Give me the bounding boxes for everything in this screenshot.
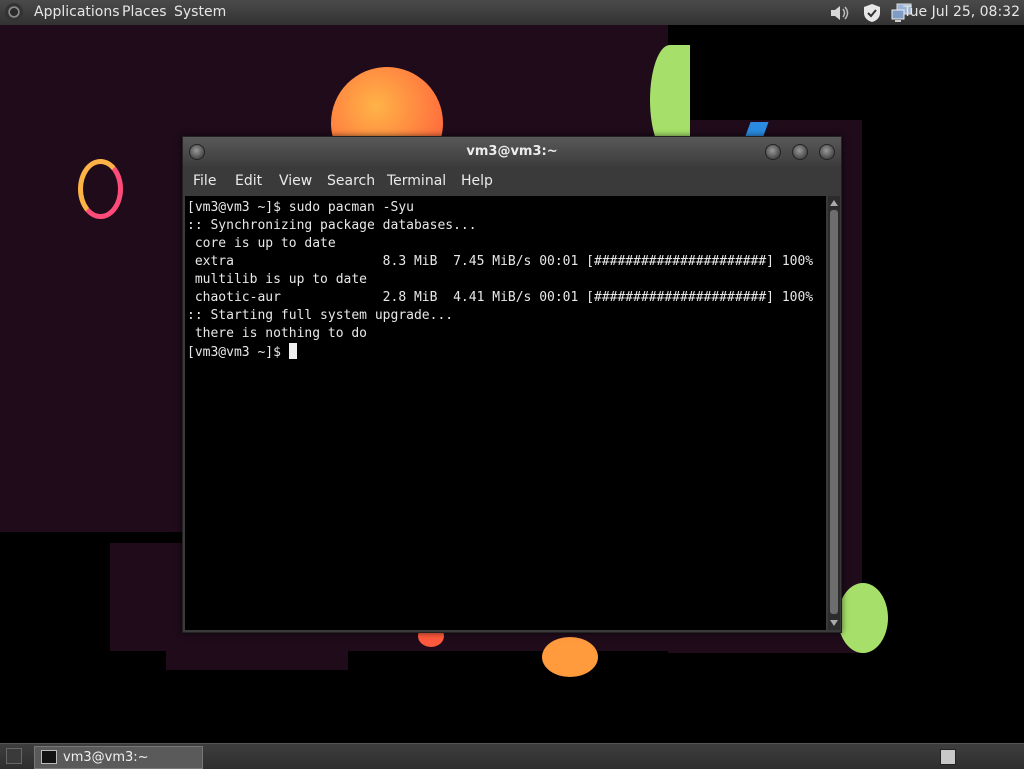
workspace-switcher[interactable] (940, 749, 956, 765)
terminal-prompt: [vm3@vm3 ~]$ (187, 345, 289, 360)
distro-logo-icon[interactable] (5, 3, 23, 21)
system-menu[interactable]: System (174, 0, 226, 25)
maximize-button[interactable] (792, 144, 808, 160)
terminal-line: there is nothing to do (187, 326, 368, 341)
menu-view[interactable]: View (279, 167, 312, 195)
terminal-icon (41, 750, 57, 764)
window-title: vm3@vm3:~ (466, 144, 558, 159)
taskbar-item-terminal[interactable]: vm3@vm3:~ (34, 746, 203, 769)
show-desktop-button[interactable] (6, 748, 22, 764)
menu-edit[interactable]: Edit (235, 167, 262, 195)
menu-help[interactable]: Help (461, 167, 493, 195)
close-button[interactable] (819, 144, 835, 160)
terminal-line: multilib is up to date (187, 272, 368, 287)
shield-icon[interactable] (861, 2, 883, 24)
window-titlebar[interactable]: vm3@vm3:~ (183, 137, 841, 167)
places-menu[interactable]: Places (122, 0, 167, 25)
clock[interactable]: Tue Jul 25, 08:32 (903, 0, 1020, 25)
menu-search[interactable]: Search (327, 167, 375, 195)
taskbar-item-label: vm3@vm3:~ (63, 750, 149, 765)
applications-menu[interactable]: Applications (34, 0, 120, 25)
terminal-line: [vm3@vm3 ~]$ sudo pacman -Syu (187, 200, 414, 215)
volume-icon[interactable] (828, 2, 850, 24)
text-cursor (288, 343, 297, 359)
terminal-menubar: File Edit View Search Terminal Help (183, 167, 841, 195)
terminal-line: :: Starting full system upgrade... (187, 308, 454, 323)
wallpaper-orange-half (542, 637, 598, 677)
terminal-window[interactable]: vm3@vm3:~ File Edit View Search Terminal… (182, 136, 842, 633)
terminal-line: :: Synchronizing package databases... (187, 218, 477, 233)
menu-file[interactable]: File (193, 167, 216, 195)
scroll-up-arrow[interactable] (830, 200, 838, 206)
terminal-line: core is up to date (187, 236, 336, 251)
terminal-output[interactable]: [vm3@vm3 ~]$ sudo pacman -Syu :: Synchro… (185, 196, 826, 630)
top-panel: Applications Places System Tue Jul 25, 0… (0, 0, 1024, 26)
wallpaper-ring (78, 159, 123, 219)
wallpaper-green-circle-small (838, 583, 888, 653)
terminal-line: extra 8.3 MiB 7.45 MiB/s 00:01 [########… (187, 254, 814, 269)
terminal-line: chaotic-aur 2.8 MiB 4.41 MiB/s 00:01 [##… (187, 290, 814, 305)
scroll-thumb[interactable] (830, 210, 838, 614)
scroll-down-arrow[interactable] (830, 620, 838, 626)
menu-terminal[interactable]: Terminal (387, 167, 446, 195)
terminal-scrollbar[interactable] (828, 196, 840, 630)
minimize-button[interactable] (765, 144, 781, 160)
bottom-panel: vm3@vm3:~ (0, 743, 1024, 769)
